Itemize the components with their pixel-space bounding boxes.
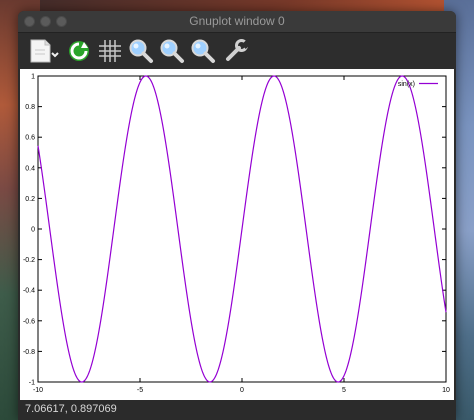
replot-button[interactable] — [66, 38, 92, 64]
x-tick-label: -5 — [137, 387, 143, 394]
legend-label: sin(x) — [398, 81, 415, 88]
y-tick-label: -1 — [29, 380, 35, 387]
plot-canvas[interactable]: -1 -0.8 -0.6 -0.4 -0.2 0 0.2 0.4 0.6 0.8 1 -10 -5 0 5… — [20, 69, 454, 400]
x-tick-label: -10 — [33, 387, 43, 394]
y-tick-label: -0.8 — [23, 349, 35, 356]
y-tick-label: 0.6 — [25, 135, 35, 142]
export-button[interactable] — [28, 38, 62, 64]
series-line-sin — [37, 75, 447, 383]
grid-icon — [99, 40, 121, 62]
title-bar[interactable]: Gnuplot window 0 — [18, 11, 456, 33]
toolbar — [18, 33, 456, 69]
x-tick-label: 0 — [240, 387, 244, 394]
zoom-previous-icon — [129, 39, 153, 63]
zoom-next-button[interactable] — [159, 38, 185, 64]
zoom-previous-button[interactable] — [128, 38, 154, 64]
x-tick-label: 10 — [442, 387, 450, 394]
y-tick-label: 0.8 — [25, 104, 35, 111]
legend: sin(x) — [398, 81, 438, 88]
cursor-coordinates: 7.06617, 0.897069 — [25, 403, 117, 415]
grid-button[interactable] — [97, 38, 123, 64]
x-tick-label: 5 — [342, 387, 346, 394]
status-bar: 7.06617, 0.897069 — [18, 400, 456, 420]
y-tick-label: 0.4 — [25, 165, 35, 172]
settings-icon — [226, 39, 251, 61]
gnuplot-window: Gnuplot window 0 -1 -0.8 -0.6 -0.4 -0.2 … — [18, 11, 456, 420]
settings-button[interactable] — [223, 38, 251, 64]
zoom-next-icon — [160, 39, 184, 63]
export-icon — [30, 39, 59, 63]
y-tick-label: 0.2 — [25, 196, 35, 203]
unzoom-button[interactable] — [190, 38, 216, 64]
y-tick-label: -0.4 — [23, 288, 35, 295]
y-tick-label: -0.6 — [23, 318, 35, 325]
y-tick-label: 1 — [31, 74, 35, 81]
y-tick-label: 0 — [31, 227, 35, 234]
replot-icon — [69, 41, 89, 61]
y-tick-label: -0.2 — [23, 257, 35, 264]
unzoom-icon — [191, 39, 215, 63]
sin-plot: -1 -0.8 -0.6 -0.4 -0.2 0 0.2 0.4 0.6 0.8 1 -10 -5 0 5… — [23, 74, 450, 395]
window-title: Gnuplot window 0 — [189, 14, 285, 28]
y-axis-ticks: -1 -0.8 -0.6 -0.4 -0.2 0 0.2 0.4 0.6 0.8 1 — [23, 74, 446, 387]
